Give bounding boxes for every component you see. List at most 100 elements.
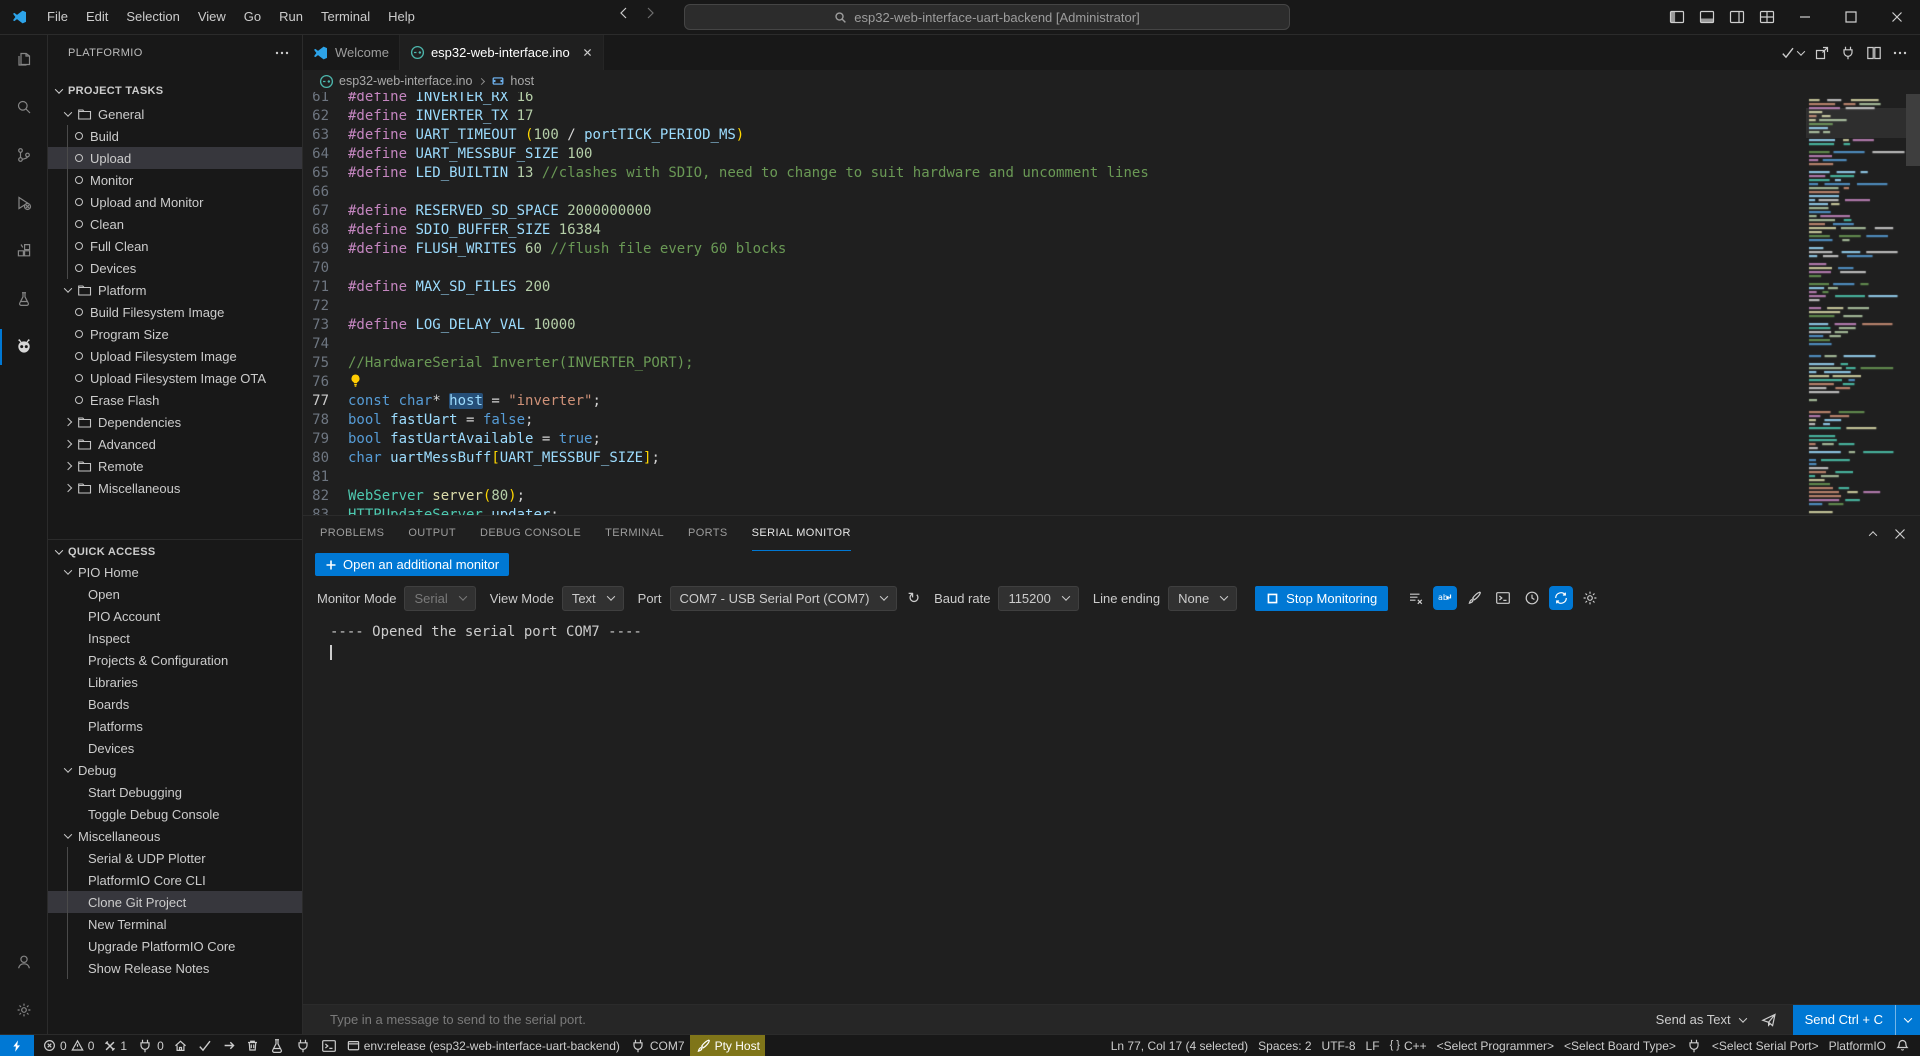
status-pio-upload[interactable] bbox=[218, 1035, 241, 1056]
task-upload[interactable]: Upload bbox=[48, 147, 302, 169]
toggle-autoscroll-icon[interactable]: ab bbox=[1433, 586, 1457, 610]
toggle-timestamp-icon[interactable] bbox=[1520, 586, 1544, 610]
quick-platforms[interactable]: Platforms bbox=[48, 715, 302, 737]
task-upload-and-monitor[interactable]: Upload and Monitor bbox=[48, 191, 302, 213]
status-tools-count[interactable]: 1 bbox=[99, 1035, 132, 1056]
task-remote[interactable]: Remote bbox=[48, 455, 302, 477]
quick-access-header[interactable]: QUICK ACCESS bbox=[48, 539, 302, 563]
tab-welcome[interactable]: Welcome bbox=[303, 35, 400, 70]
panel-tab-output[interactable]: OUTPUT bbox=[408, 516, 456, 551]
status-eol[interactable]: LF bbox=[1361, 1035, 1385, 1056]
view-mode-select[interactable]: Text bbox=[562, 586, 624, 611]
open-in-terminal-icon[interactable] bbox=[1491, 586, 1515, 610]
task-program-size[interactable]: Program Size bbox=[48, 323, 302, 345]
menu-go[interactable]: Go bbox=[235, 4, 270, 30]
line-ending-select[interactable]: None bbox=[1168, 586, 1237, 611]
layout-panel-icon[interactable] bbox=[1692, 0, 1722, 35]
split-editor-icon[interactable] bbox=[1866, 45, 1882, 61]
monitor-settings-icon[interactable] bbox=[1578, 586, 1602, 610]
open-changes-icon[interactable] bbox=[1814, 45, 1830, 61]
more-actions-icon[interactable] bbox=[1892, 45, 1908, 61]
status-pio-serial-monitor[interactable] bbox=[290, 1035, 316, 1056]
serial-plotter-icon[interactable] bbox=[1462, 586, 1486, 610]
sidebar-more-actions-icon[interactable] bbox=[274, 45, 290, 61]
monitor-mode-select[interactable]: Serial bbox=[404, 586, 475, 611]
status-pio-build[interactable] bbox=[192, 1035, 218, 1056]
minimap[interactable] bbox=[1806, 92, 1906, 515]
auto-reconnect-icon[interactable] bbox=[1549, 586, 1573, 610]
quick-devices[interactable]: Devices bbox=[48, 737, 302, 759]
quick-inspect[interactable]: Inspect bbox=[48, 627, 302, 649]
menu-selection[interactable]: Selection bbox=[117, 4, 188, 30]
panel-tab-problems[interactable]: PROBLEMS bbox=[320, 516, 384, 551]
menu-run[interactable]: Run bbox=[270, 4, 312, 30]
quick-new-terminal[interactable]: New Terminal bbox=[48, 913, 302, 935]
status-cursor-position[interactable]: Ln 77, Col 17 (4 selected) bbox=[1106, 1035, 1253, 1056]
status-encoding[interactable]: UTF-8 bbox=[1317, 1035, 1361, 1056]
task-general[interactable]: General bbox=[48, 103, 302, 125]
status-pio-clean[interactable] bbox=[241, 1035, 264, 1056]
status-select-programmer[interactable]: <Select Programmer> bbox=[1432, 1035, 1559, 1056]
breadcrumb-file[interactable]: esp32-web-interface.ino bbox=[339, 74, 472, 88]
open-additional-monitor-button[interactable]: Open an additional monitor bbox=[315, 553, 509, 576]
status-serial-plug[interactable] bbox=[1681, 1035, 1707, 1056]
panel-close-icon[interactable] bbox=[1892, 526, 1908, 542]
window-maximize-icon[interactable] bbox=[1828, 0, 1874, 35]
quick-show-release-notes[interactable]: Show Release Notes bbox=[48, 957, 302, 979]
command-center-search[interactable]: esp32-web-interface-uart-backend [Admini… bbox=[684, 4, 1290, 30]
refresh-ports-icon[interactable]: ↻ bbox=[907, 589, 920, 607]
run-tasks-icon[interactable] bbox=[1780, 45, 1804, 61]
tab-esp32-web-interface-ino[interactable]: esp32-web-interface.ino bbox=[400, 35, 604, 70]
menu-terminal[interactable]: Terminal bbox=[312, 4, 379, 30]
panel-tab-debug-console[interactable]: DEBUG CONSOLE bbox=[480, 516, 581, 551]
task-upload-filesystem-image[interactable]: Upload Filesystem Image bbox=[48, 345, 302, 367]
status-problems[interactable]: 00 bbox=[38, 1035, 99, 1056]
status-select-serial-port[interactable]: <Select Serial Port> bbox=[1707, 1035, 1824, 1056]
quick-open[interactable]: Open bbox=[48, 583, 302, 605]
customize-layout-icon[interactable] bbox=[1752, 0, 1782, 35]
panel-tab-ports[interactable]: PORTS bbox=[688, 516, 728, 551]
quick-miscellaneous[interactable]: Miscellaneous bbox=[48, 825, 302, 847]
window-minimize-icon[interactable] bbox=[1782, 0, 1828, 35]
port-select[interactable]: COM7 - USB Serial Port (COM7) bbox=[670, 586, 898, 611]
send-ctrl-c-button[interactable]: Send Ctrl + C bbox=[1793, 1005, 1920, 1035]
quick-boards[interactable]: Boards bbox=[48, 693, 302, 715]
activitybar-accounts[interactable] bbox=[0, 938, 47, 986]
editor-scrollbar[interactable] bbox=[1906, 92, 1920, 515]
task-build[interactable]: Build bbox=[48, 125, 302, 147]
task-full-clean[interactable]: Full Clean bbox=[48, 235, 302, 257]
window-close-icon[interactable] bbox=[1874, 0, 1920, 35]
task-upload-filesystem-image-ota[interactable]: Upload Filesystem Image OTA bbox=[48, 367, 302, 389]
quick-platformio-core-cli[interactable]: PlatformIO Core CLI bbox=[48, 869, 302, 891]
status-pty-host[interactable]: Pty Host bbox=[690, 1035, 765, 1056]
breadcrumb-symbol[interactable]: host bbox=[510, 74, 534, 88]
baud-rate-select[interactable]: 115200 bbox=[998, 586, 1078, 611]
menu-view[interactable]: View bbox=[189, 4, 235, 30]
task-miscellaneous[interactable]: Miscellaneous bbox=[48, 477, 302, 499]
status-platformio-label[interactable]: PlatformIO bbox=[1824, 1035, 1891, 1056]
task-erase-flash[interactable]: Erase Flash bbox=[48, 389, 302, 411]
project-tasks-header[interactable]: PROJECT TASKS bbox=[48, 80, 302, 102]
activitybar-manage[interactable] bbox=[0, 986, 47, 1034]
activitybar-run-and-debug[interactable] bbox=[0, 179, 47, 227]
lightbulb-icon[interactable] bbox=[348, 373, 363, 388]
status-select-board-type[interactable]: <Select Board Type> bbox=[1559, 1035, 1681, 1056]
quick-start-debugging[interactable]: Start Debugging bbox=[48, 781, 302, 803]
task-advanced[interactable]: Advanced bbox=[48, 433, 302, 455]
status-language-mode[interactable]: { }C++ bbox=[1385, 1035, 1432, 1056]
quick-serial-udp-plotter[interactable]: Serial & UDP Plotter bbox=[48, 847, 302, 869]
breadcrumb[interactable]: esp32-web-interface.ino host bbox=[303, 70, 1920, 92]
code-editor[interactable]: 61#define INVERTER_RX 1662#define INVERT… bbox=[303, 92, 1920, 515]
task-build-filesystem-image[interactable]: Build Filesystem Image bbox=[48, 301, 302, 323]
quick-pio-account[interactable]: PIO Account bbox=[48, 605, 302, 627]
status-pio-test[interactable] bbox=[264, 1035, 290, 1056]
status-com-port[interactable]: COM7 bbox=[625, 1035, 690, 1056]
task-monitor[interactable]: Monitor bbox=[48, 169, 302, 191]
panel-tab-serial-monitor[interactable]: SERIAL MONITOR bbox=[752, 516, 851, 551]
task-clean[interactable]: Clean bbox=[48, 213, 302, 235]
status-pio-home[interactable] bbox=[169, 1035, 192, 1056]
layout-sidebar-icon[interactable] bbox=[1662, 0, 1692, 35]
activitybar-explorer[interactable] bbox=[0, 35, 47, 83]
plug-icon[interactable] bbox=[1840, 45, 1856, 61]
minimap-slider[interactable] bbox=[1806, 108, 1906, 138]
